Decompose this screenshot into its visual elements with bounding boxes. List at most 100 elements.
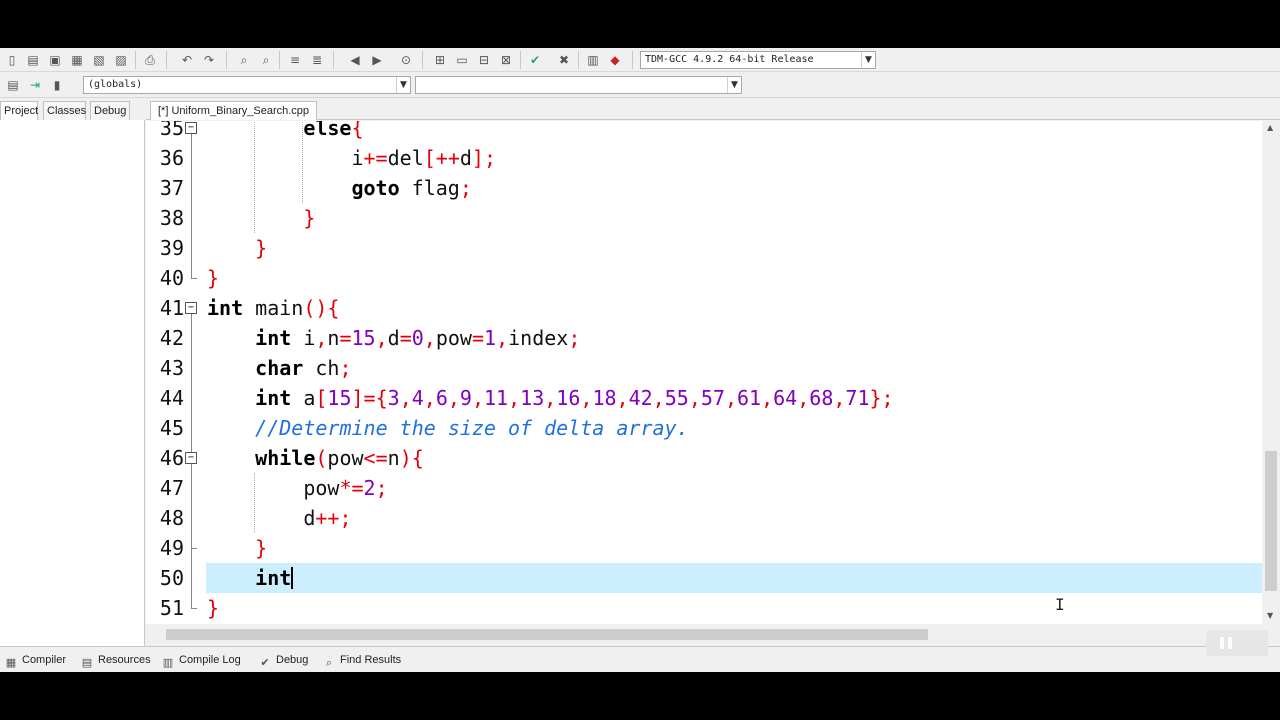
undo-icon[interactable]: ↶ — [179, 52, 195, 68]
code-token: //Determine the size of delta array. — [255, 416, 689, 440]
code-line[interactable]: int — [207, 563, 1262, 593]
new-project-icon[interactable]: ⊞ — [432, 52, 448, 68]
remove-file-icon[interactable]: ⊠ — [498, 52, 514, 68]
toolbar-separator — [333, 51, 334, 69]
code-line[interactable]: goto flag; — [207, 173, 1262, 203]
vertical-scroll-thumb[interactable] — [1265, 451, 1277, 591]
resources-icon: ▤ — [81, 656, 93, 669]
class-view-icon[interactable]: ▤ — [5, 77, 21, 93]
scroll-down-icon[interactable]: ▼ — [1267, 611, 1273, 620]
tab-classes[interactable]: Classes — [43, 101, 86, 120]
code-token: ; — [339, 356, 352, 380]
line-number: 45 — [159, 416, 184, 440]
tab-compile-log[interactable]: ▥ Compile Log — [161, 650, 241, 670]
project-options-icon[interactable]: ▭ — [454, 52, 470, 68]
code-line[interactable]: pow*=2; — [207, 473, 1262, 503]
open-icon[interactable]: ▤ — [25, 52, 41, 68]
code-line[interactable]: while(pow<=n){ — [207, 443, 1262, 473]
tab-debug[interactable]: Debug — [90, 101, 130, 120]
symbol-select[interactable]: ▼ — [415, 76, 742, 94]
bookmark-next-icon[interactable]: ▶ — [369, 52, 385, 68]
redo-icon[interactable]: ↷ — [201, 52, 217, 68]
line-number: 36 — [159, 146, 184, 170]
goto-icon[interactable]: ⊙ — [398, 52, 414, 68]
stop-icon[interactable]: ✖ — [556, 52, 572, 68]
save-all-icon[interactable]: ▦ — [69, 52, 85, 68]
new-icon[interactable]: ▯ — [4, 52, 20, 68]
horizontal-scroll-thumb[interactable] — [166, 629, 928, 640]
code-line[interactable]: int a[15]={3,4,6,9,11,13,16,18,42,55,57,… — [207, 383, 1262, 413]
code-token: ]; — [471, 146, 496, 170]
code-token: 64 — [773, 386, 798, 410]
save-icon[interactable]: ▣ — [47, 52, 63, 68]
line-number: 43 — [159, 356, 184, 380]
tab-debug-label: Debug — [276, 654, 309, 666]
vertical-scrollbar[interactable]: ▲ ▼ — [1262, 121, 1280, 624]
code-line[interactable]: i+=del[++d]; — [207, 143, 1262, 173]
close-icon[interactable]: ▧ — [91, 52, 107, 68]
profile-icon[interactable]: ◆ — [607, 52, 623, 68]
scroll-up-icon[interactable]: ▲ — [1267, 123, 1273, 132]
fold-toggle-icon[interactable]: − — [185, 302, 197, 314]
line-number: 46 — [159, 446, 184, 470]
insert-icon[interactable]: ⇥ — [27, 77, 43, 93]
code-token: pow — [435, 326, 472, 350]
tab-find-results[interactable]: ⌕ Find Results — [322, 650, 401, 670]
code-token: , — [399, 386, 412, 410]
code-token: index — [508, 326, 569, 350]
find-results-icon: ⌕ — [325, 656, 333, 669]
indent-icon[interactable]: ≡ — [287, 52, 303, 68]
code-token: int — [255, 566, 292, 590]
tab-debug-output[interactable]: ✔ Debug — [258, 650, 308, 670]
code-line[interactable]: } — [207, 533, 1262, 563]
code-line[interactable]: char ch; — [207, 353, 1262, 383]
pause-overlay-button[interactable] — [1206, 630, 1268, 656]
code-line[interactable]: } — [207, 203, 1262, 233]
line-number: 49 — [159, 536, 184, 560]
chevron-down-icon[interactable]: ▼ — [861, 52, 875, 68]
chevron-down-icon[interactable]: ▼ — [396, 77, 410, 93]
line-number: 42 — [159, 326, 184, 350]
code-line[interactable]: } — [207, 593, 1262, 623]
add-file-icon[interactable]: ⊟ — [476, 52, 492, 68]
replace-icon[interactable]: ⌕ — [258, 52, 274, 68]
code-token: , — [580, 386, 593, 410]
code-line[interactable]: } — [207, 263, 1262, 293]
chevron-down-icon[interactable]: ▼ — [727, 77, 741, 93]
scope-select[interactable]: (globals) ▼ — [83, 76, 411, 94]
ide-window: ▯ ▤ ▣ ▦ ▧ ▨ ⎙ ↶ ↷ ⌕ ⌕ ≡ ≣ ◀ ▶ ⊙ ⊞ ▭ ⊟ ⊠ — [0, 48, 1280, 672]
tab-uniform-binary-search[interactable]: [*] Uniform_Binary_Search.cpp — [150, 101, 318, 120]
code-line[interactable]: else{ — [207, 121, 1262, 143]
bookmark-prev-icon[interactable]: ◀ — [347, 52, 363, 68]
tab-resources[interactable]: ▤ Resources — [80, 650, 151, 670]
code-token: } — [207, 266, 220, 290]
code-token: 2 — [363, 476, 376, 500]
compiler-icon: ▦ — [5, 656, 17, 669]
code-token: d — [459, 146, 472, 170]
code-token: int — [207, 296, 244, 320]
close-all-icon[interactable]: ▨ — [113, 52, 129, 68]
toggle-icon[interactable]: ▮ — [49, 77, 65, 93]
code-line[interactable]: } — [207, 233, 1262, 263]
compiler-select[interactable]: TDM-GCC 4.9.2 64-bit Release ▼ — [640, 51, 876, 69]
code-token: 1 — [484, 326, 497, 350]
horizontal-scrollbar[interactable] — [146, 624, 1280, 644]
find-icon[interactable]: ⌕ — [236, 52, 252, 68]
code-line[interactable]: //Determine the size of delta array. — [207, 413, 1262, 443]
unindent-icon[interactable]: ≣ — [309, 52, 325, 68]
left-panel: Project Classes Debug — [0, 100, 145, 646]
tab-compiler[interactable]: ▦ Compiler — [4, 650, 66, 670]
code-line[interactable]: d++; — [207, 503, 1262, 533]
fold-toggle-icon[interactable]: − — [185, 452, 197, 464]
tab-project[interactable]: Project — [0, 101, 38, 120]
print-icon[interactable]: ⎙ — [142, 52, 158, 68]
code-token: n — [327, 326, 340, 350]
chart-icon[interactable]: ▥ — [585, 52, 601, 68]
code-token: a — [291, 386, 316, 410]
fold-toggle-icon[interactable]: − — [185, 122, 197, 134]
code-line[interactable]: int i,n=15,d=0,pow=1,index; — [207, 323, 1262, 353]
check-icon[interactable]: ✔ — [527, 52, 543, 68]
code-token: , — [315, 326, 328, 350]
code-line[interactable]: int main(){ — [207, 293, 1262, 323]
code-editor[interactable]: 35− else{36 i+=del[++d]; 37 goto flag; 38} 39}… — [146, 121, 1280, 624]
